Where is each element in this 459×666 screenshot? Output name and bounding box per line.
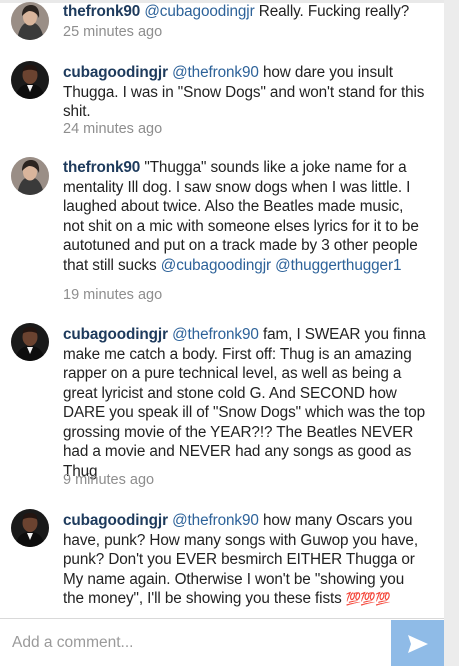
send-arrow-icon xyxy=(407,634,428,653)
mention-link[interactable]: @thefronk90 xyxy=(172,64,259,81)
comment-username[interactable]: cubagoodingjr xyxy=(63,64,168,81)
comment-item: thefronk90 "Thugga" sounds like a joke n… xyxy=(0,156,444,306)
comment-input[interactable] xyxy=(12,619,372,666)
comment-text: cubagoodingjr @thefronk90 how dare you i… xyxy=(63,63,428,122)
comments-screen: thefronk90 @cubagoodingjr Really. Fuckin… xyxy=(0,0,444,666)
page-gutter xyxy=(444,0,459,666)
mention-link[interactable]: @thefronk90 xyxy=(172,326,259,343)
comment-timestamp: 24 minutes ago xyxy=(63,121,163,137)
man-avatar[interactable] xyxy=(11,323,49,361)
comment-username[interactable]: thefronk90 xyxy=(63,159,140,176)
comment-username[interactable]: thefronk90 xyxy=(63,3,140,20)
comment-item: cubagoodingjr @thefronk90 how many Oscar… xyxy=(0,508,444,618)
hundred-points-emoji: 💯💯💯 xyxy=(345,592,391,606)
comment-composer xyxy=(0,618,444,666)
comment-timestamp: 25 minutes ago xyxy=(63,24,163,40)
woman-avatar[interactable] xyxy=(11,157,49,195)
man-avatar[interactable] xyxy=(11,509,49,547)
comment-timestamp: 9 minutes ago xyxy=(63,472,155,488)
comment-username[interactable]: cubagoodingjr xyxy=(63,512,168,529)
comment-text: thefronk90 "Thugga" sounds like a joke n… xyxy=(63,158,428,275)
comment-body: Really. Fucking really? xyxy=(254,3,410,20)
mention-link[interactable]: @thuggerthugger1 xyxy=(275,257,401,274)
send-button[interactable] xyxy=(391,620,444,666)
comment-item: thefronk90 @cubagoodingjr Really. Fuckin… xyxy=(0,0,444,48)
comment-text: cubagoodingjr @thefronk90 fam, I SWEAR y… xyxy=(63,325,428,481)
mention-link[interactable]: @cubagoodingjr xyxy=(144,3,254,20)
comment-body: fam, I SWEAR you finna make me catch a b… xyxy=(63,326,426,480)
mention-link[interactable]: @cubagoodingjr xyxy=(161,257,271,274)
woman-avatar[interactable] xyxy=(11,2,49,40)
comment-item: cubagoodingjr @thefronk90 how dare you i… xyxy=(0,60,444,140)
mention-link[interactable]: @thefronk90 xyxy=(172,512,259,529)
comment-username[interactable]: cubagoodingjr xyxy=(63,326,168,343)
man-avatar[interactable] xyxy=(11,61,49,99)
comment-timestamp: 19 minutes ago xyxy=(63,287,163,303)
comment-item: cubagoodingjr @thefronk90 fam, I SWEAR y… xyxy=(0,322,444,492)
comment-text: cubagoodingjr @thefronk90 how many Oscar… xyxy=(63,511,428,610)
comment-text: thefronk90 @cubagoodingjr Really. Fuckin… xyxy=(63,2,428,22)
